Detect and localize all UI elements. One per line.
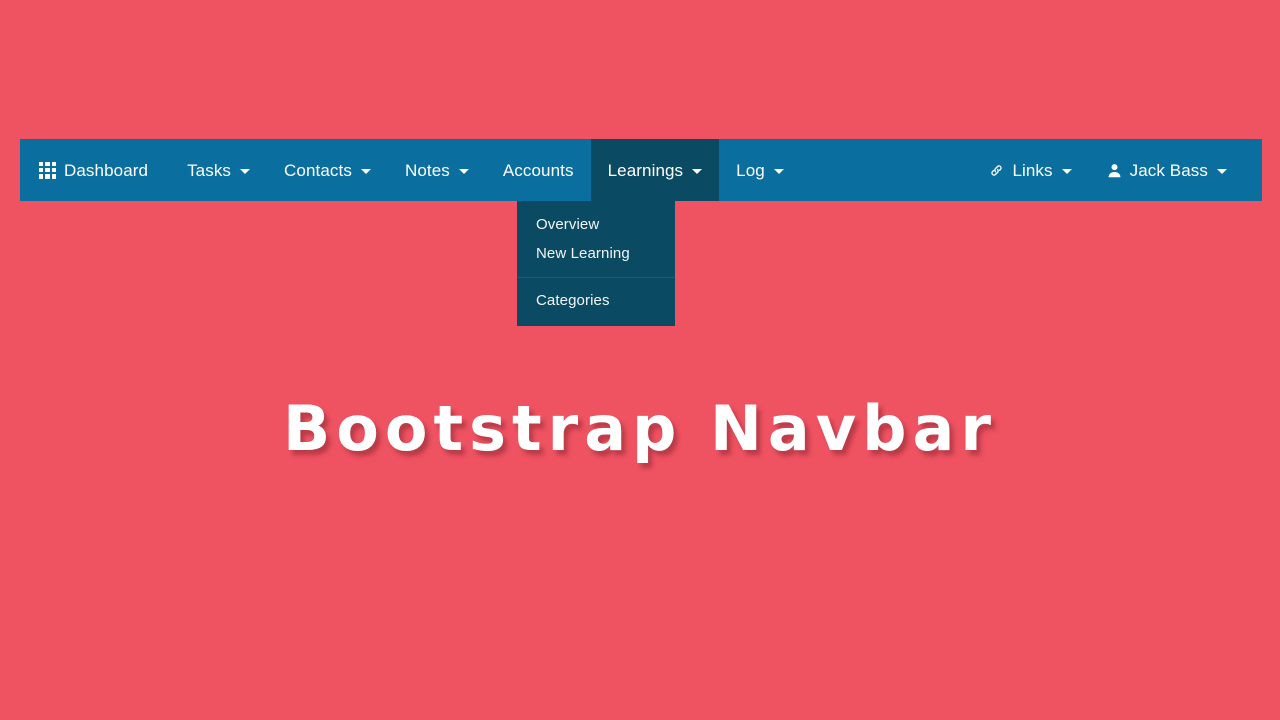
nav-item-dashboard[interactable]: Dashboard xyxy=(20,139,170,201)
dropdown-item-overview[interactable]: Overview xyxy=(517,210,675,239)
link-icon xyxy=(988,162,1005,179)
chevron-down-icon xyxy=(1061,169,1072,174)
nav-item-notes-label: Notes xyxy=(404,160,450,180)
nav-item-user-label: Jack Bass xyxy=(1129,160,1208,180)
navbar-left-group: Dashboard Tasks Contacts Notes Accounts … xyxy=(20,139,801,201)
dropdown-divider xyxy=(517,277,675,278)
chevron-down-icon xyxy=(1217,169,1227,174)
nav-item-log[interactable]: Log xyxy=(719,139,801,201)
chevron-down-icon xyxy=(773,169,784,174)
nav-item-log-label: Log xyxy=(736,160,765,180)
dropdown-item-categories[interactable]: Categories xyxy=(517,286,675,315)
nav-item-learnings-label: Learnings xyxy=(607,160,684,180)
nav-item-dashboard-label: Dashboard xyxy=(64,160,149,180)
page-background: Dashboard Tasks Contacts Notes Accounts … xyxy=(0,0,1280,720)
nav-item-learnings[interactable]: Learnings xyxy=(590,139,720,201)
chevron-down-icon xyxy=(458,169,469,174)
user-icon xyxy=(1106,162,1123,179)
navbar: Dashboard Tasks Contacts Notes Accounts … xyxy=(20,139,1262,201)
chevron-down-icon xyxy=(360,169,371,174)
nav-item-tasks[interactable]: Tasks xyxy=(170,139,267,201)
nav-item-accounts[interactable]: Accounts xyxy=(486,139,591,201)
learnings-dropdown-menu: Overview New Learning Categories xyxy=(517,201,675,326)
nav-item-accounts-label: Accounts xyxy=(502,160,574,180)
chevron-down-icon xyxy=(692,169,703,174)
nav-item-tasks-label: Tasks xyxy=(187,160,232,180)
chevron-down-icon xyxy=(240,169,251,174)
nav-item-links[interactable]: Links xyxy=(971,139,1088,201)
nav-item-contacts-label: Contacts xyxy=(284,160,352,180)
nav-item-contacts[interactable]: Contacts xyxy=(267,139,388,201)
dropdown-item-new-learning[interactable]: New Learning xyxy=(517,239,675,268)
grid-icon xyxy=(39,161,56,179)
navbar-right-group: Links Jack Bass xyxy=(971,139,1262,201)
nav-item-user[interactable]: Jack Bass xyxy=(1089,139,1244,201)
nav-item-notes[interactable]: Notes xyxy=(388,139,486,201)
page-title: Bootstrap Navbar xyxy=(283,392,997,465)
nav-item-links-label: Links xyxy=(1012,160,1053,180)
